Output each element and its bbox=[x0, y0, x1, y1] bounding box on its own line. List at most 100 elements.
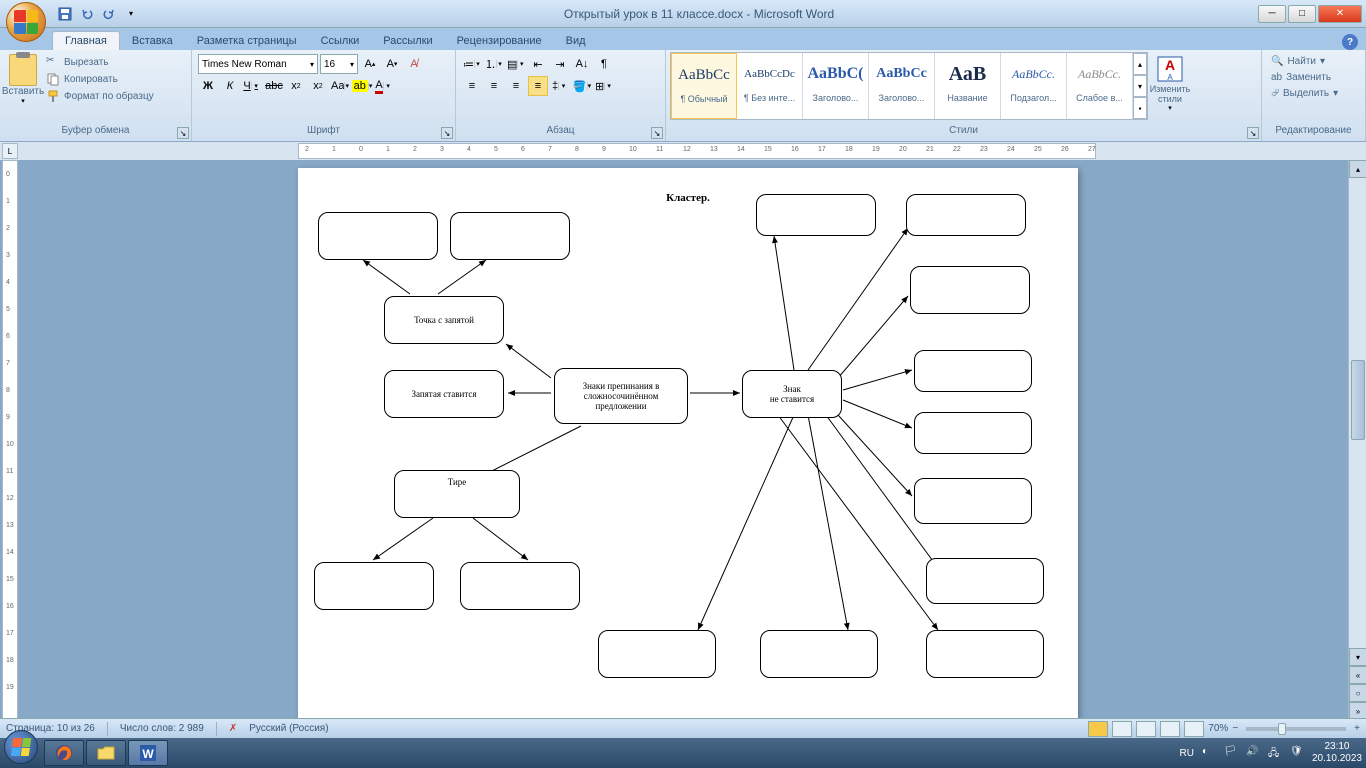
italic-button[interactable]: К bbox=[220, 76, 240, 96]
borders-button[interactable]: ⊞▾ bbox=[594, 76, 614, 96]
style-normal[interactable]: AaBbCc¶ Обычный bbox=[671, 53, 737, 119]
cut-button[interactable]: ✂Вырезать bbox=[44, 54, 156, 70]
styles-launcher-icon[interactable]: ↘ bbox=[1247, 127, 1259, 139]
tray-icon[interactable]: ◐ bbox=[1202, 746, 1216, 760]
prev-page-button[interactable]: « bbox=[1349, 666, 1366, 684]
tab-layout[interactable]: Разметка страницы bbox=[185, 32, 309, 50]
tray-volume-icon[interactable]: 🔊 bbox=[1246, 746, 1260, 760]
tray-shield-icon[interactable]: 🛡 bbox=[1290, 746, 1304, 760]
tab-mailings[interactable]: Рассылки bbox=[371, 32, 444, 50]
replace-button[interactable]: abЗаменить bbox=[1268, 70, 1341, 85]
superscript-button[interactable]: x2 bbox=[308, 76, 328, 96]
taskbar-word[interactable]: W bbox=[128, 740, 168, 766]
sort-button[interactable]: A↓ bbox=[572, 54, 592, 74]
find-button[interactable]: 🔍Найти ▾ bbox=[1268, 54, 1341, 69]
shading-button[interactable]: 🪣▾ bbox=[572, 76, 592, 96]
style-no-spacing[interactable]: AaBbCcDc¶ Без инте... bbox=[737, 53, 803, 119]
line-spacing-button[interactable]: ‡▾ bbox=[550, 76, 570, 96]
gallery-more-button[interactable]: ▪ bbox=[1133, 97, 1147, 119]
tray-flag-icon[interactable]: 🏳 bbox=[1224, 746, 1238, 760]
clear-format-button[interactable]: A̸ bbox=[404, 54, 424, 74]
strikethrough-button[interactable]: abc bbox=[264, 76, 284, 96]
clipboard-launcher-icon[interactable]: ↘ bbox=[177, 127, 189, 139]
style-title[interactable]: АаВНазвание bbox=[935, 53, 1001, 119]
copy-button[interactable]: Копировать bbox=[44, 71, 156, 87]
redo-icon[interactable] bbox=[100, 5, 118, 23]
underline-button[interactable]: Ч▾ bbox=[242, 76, 262, 96]
tab-home[interactable]: Главная bbox=[52, 31, 120, 50]
font-size-combo[interactable]: 16▾ bbox=[320, 54, 358, 74]
format-painter-button[interactable]: Формат по образцу bbox=[44, 88, 156, 104]
scrollbar-thumb[interactable] bbox=[1351, 360, 1365, 440]
font-color-button[interactable]: A▾ bbox=[374, 76, 394, 96]
grow-font-button[interactable]: A▴ bbox=[360, 54, 380, 74]
paste-button[interactable]: Вставить ▾ bbox=[4, 52, 42, 123]
horizontal-ruler[interactable]: 2101234567891011121314151617181920212223… bbox=[298, 143, 1096, 159]
decrease-indent-button[interactable]: ⇤ bbox=[528, 54, 548, 74]
page[interactable]: Кластер. bbox=[298, 168, 1078, 720]
vertical-ruler[interactable]: 012345678910111213141516171819 bbox=[2, 160, 18, 720]
multilevel-button[interactable]: ▤▾ bbox=[506, 54, 526, 74]
scroll-up-button[interactable]: ▴ bbox=[1349, 160, 1366, 178]
spell-check-icon[interactable]: ✗ bbox=[229, 723, 237, 734]
tray-clock[interactable]: 23:1020.10.2023 bbox=[1312, 741, 1362, 765]
reading-view-button[interactable] bbox=[1112, 721, 1132, 737]
highlight-button[interactable]: ab▾ bbox=[352, 76, 372, 96]
zoom-level[interactable]: 70% bbox=[1208, 723, 1228, 734]
tab-selector[interactable]: L bbox=[2, 143, 18, 159]
shrink-font-button[interactable]: A▾ bbox=[382, 54, 402, 74]
bold-button[interactable]: Ж bbox=[198, 76, 218, 96]
scroll-down-button[interactable]: ▾ bbox=[1349, 648, 1366, 666]
change-case-button[interactable]: Aa▾ bbox=[330, 76, 350, 96]
zoom-out-button[interactable]: − bbox=[1232, 723, 1238, 734]
zoom-in-button[interactable]: + bbox=[1354, 723, 1360, 734]
tray-network-icon[interactable]: 🖧 bbox=[1268, 746, 1282, 760]
taskbar-firefox[interactable] bbox=[44, 740, 84, 766]
undo-icon[interactable] bbox=[78, 5, 96, 23]
select-button[interactable]: ⮰Выделить ▾ bbox=[1268, 86, 1341, 101]
style-subtle[interactable]: AaBbCc.Слабое в... bbox=[1067, 53, 1133, 119]
tray-language[interactable]: RU bbox=[1179, 748, 1193, 759]
style-subtitle[interactable]: AaBbCc.Подзагол... bbox=[1001, 53, 1067, 119]
save-icon[interactable] bbox=[56, 5, 74, 23]
office-button[interactable] bbox=[6, 2, 50, 46]
web-view-button[interactable] bbox=[1136, 721, 1156, 737]
justify-button[interactable]: ≡ bbox=[528, 76, 548, 96]
qat-more-icon[interactable]: ▾ bbox=[122, 5, 140, 23]
style-heading1[interactable]: AaBbC(Заголово... bbox=[803, 53, 869, 119]
show-marks-button[interactable]: ¶ bbox=[594, 54, 614, 74]
help-icon[interactable]: ? bbox=[1342, 34, 1358, 50]
tab-insert[interactable]: Вставка bbox=[120, 32, 185, 50]
gallery-up-button[interactable]: ▴ bbox=[1133, 53, 1147, 75]
browse-object-button[interactable]: ○ bbox=[1349, 684, 1366, 702]
taskbar-explorer[interactable] bbox=[86, 740, 126, 766]
align-left-button[interactable]: ≡ bbox=[462, 76, 482, 96]
bullets-button[interactable]: ≔▾ bbox=[462, 54, 482, 74]
print-layout-view-button[interactable] bbox=[1088, 721, 1108, 737]
change-styles-button[interactable]: AA Изменить стили ▾ bbox=[1148, 52, 1192, 123]
start-button[interactable] bbox=[4, 730, 42, 768]
gallery-down-button[interactable]: ▾ bbox=[1133, 75, 1147, 97]
align-right-button[interactable]: ≡ bbox=[506, 76, 526, 96]
word-count[interactable]: Число слов: 2 989 bbox=[120, 723, 204, 734]
align-center-button[interactable]: ≡ bbox=[484, 76, 504, 96]
font-name-combo[interactable]: Times New Roman▾ bbox=[198, 54, 318, 74]
vertical-scrollbar[interactable]: ▴ ▾ « ○ » bbox=[1348, 160, 1366, 720]
maximize-button[interactable]: □ bbox=[1288, 5, 1316, 23]
draft-view-button[interactable] bbox=[1184, 721, 1204, 737]
tab-references[interactable]: Ссылки bbox=[309, 32, 372, 50]
subscript-button[interactable]: x2 bbox=[286, 76, 306, 96]
outline-view-button[interactable] bbox=[1160, 721, 1180, 737]
tab-review[interactable]: Рецензирование bbox=[445, 32, 554, 50]
font-launcher-icon[interactable]: ↘ bbox=[441, 127, 453, 139]
language-status[interactable]: Русский (Россия) bbox=[249, 723, 328, 734]
zoom-thumb[interactable] bbox=[1278, 723, 1286, 735]
numbering-button[interactable]: ⒈▾ bbox=[484, 54, 504, 74]
paragraph-launcher-icon[interactable]: ↘ bbox=[651, 127, 663, 139]
close-button[interactable]: ✕ bbox=[1318, 5, 1362, 23]
increase-indent-button[interactable]: ⇥ bbox=[550, 54, 570, 74]
zoom-slider[interactable] bbox=[1246, 727, 1346, 731]
style-heading2[interactable]: AaBbCcЗаголово... bbox=[869, 53, 935, 119]
minimize-button[interactable]: ─ bbox=[1258, 5, 1286, 23]
tab-view[interactable]: Вид bbox=[554, 32, 598, 50]
